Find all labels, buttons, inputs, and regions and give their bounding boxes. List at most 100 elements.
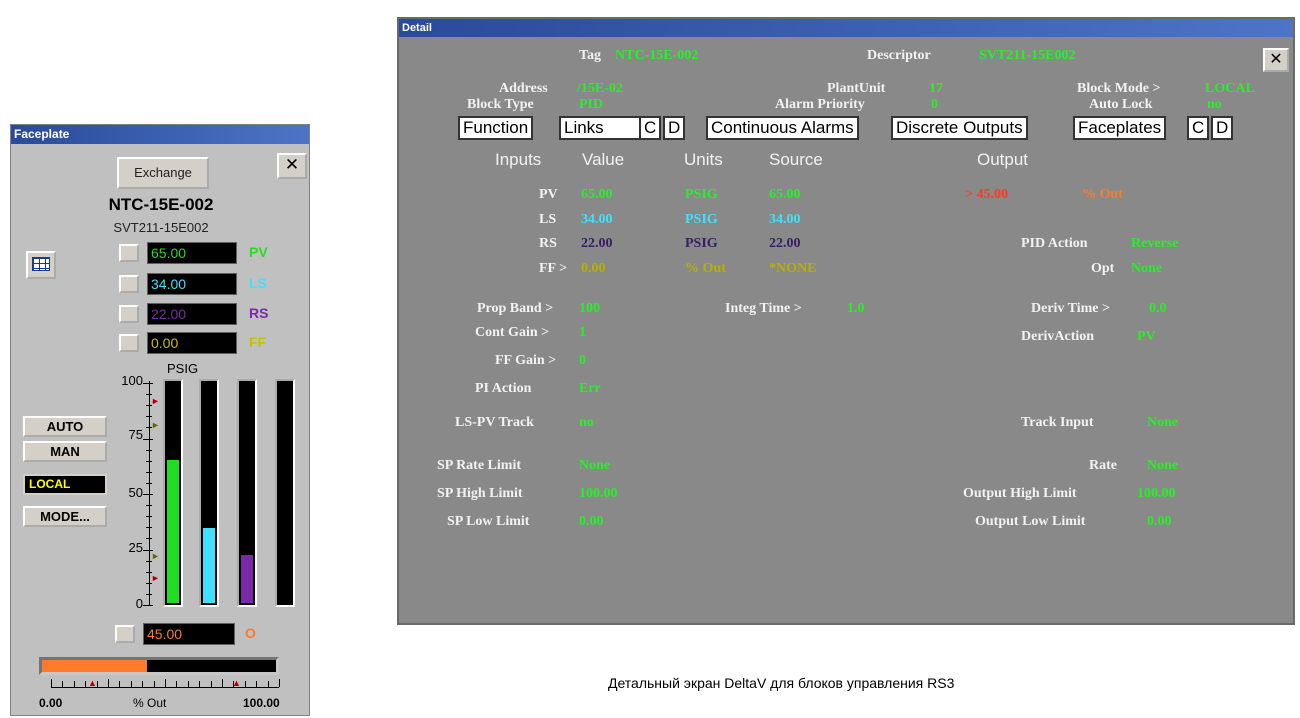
track-input-label: Track Input	[1021, 415, 1094, 430]
axis-tick-mark	[146, 538, 152, 540]
input-ff-value: 0.00	[581, 261, 606, 276]
header-value: Value	[582, 150, 625, 169]
scale-tick-mark	[222, 679, 223, 687]
sp-low-marker: ►	[151, 573, 160, 583]
descriptor-value: SVT211-15E002	[979, 48, 1076, 63]
ls-pv-track-value: no	[579, 415, 594, 430]
sp-rate-limit-value: None	[579, 458, 611, 473]
mode-button[interactable]: MODE...	[23, 506, 107, 527]
tab-links-c[interactable]: C	[639, 116, 662, 140]
block-mode-label: Block Mode >	[1077, 81, 1161, 96]
axis-tick-mark	[146, 593, 152, 595]
output-high-limit-value: 100.00	[1137, 486, 1176, 501]
output-scale	[51, 687, 279, 688]
output-low-limit-label: Output Low Limit	[975, 514, 1086, 529]
tab-faceplates-d[interactable]: D	[1211, 116, 1234, 140]
block-type-value: PID	[579, 97, 604, 112]
axis-tick-mark	[146, 505, 152, 507]
output-high-limit-label: Output High Limit	[963, 486, 1077, 501]
output-low-limit-value: 0.00	[1147, 514, 1172, 529]
input-pv-name: PV	[539, 187, 558, 202]
scale-tick-mark	[142, 681, 144, 687]
axis-tick-mark	[146, 460, 152, 462]
integ-time-label[interactable]: Integ Time >	[725, 301, 802, 317]
detail-window: Detail ✕ Tag NTC-15E-002 Descriptor SVT2…	[397, 17, 1295, 625]
axis-tick-75: 75	[128, 427, 143, 442]
deriv-time-value: 0.0	[1149, 301, 1167, 316]
ls-pv-track-label: LS-PV Track	[455, 415, 534, 430]
tab-links[interactable]: Links	[559, 116, 641, 140]
scale-tick-mark	[153, 681, 155, 687]
scale-tick-mark	[187, 681, 189, 687]
tab-links-d[interactable]: D	[663, 116, 686, 140]
axis-tick-mark	[143, 494, 153, 495]
rs-select-button[interactable]	[119, 305, 139, 323]
axis-tick-50: 50	[128, 485, 143, 500]
out-low-marker: ▲	[88, 678, 97, 688]
ls-value: 34.00	[147, 273, 237, 295]
ff-bar	[275, 379, 295, 607]
axis-tick-mark	[146, 427, 152, 429]
ff-select-button[interactable]	[119, 334, 139, 352]
output-row: 45.00 O	[115, 623, 275, 645]
input-rs-units: PSIG	[685, 236, 718, 251]
pi-action-value: Err	[579, 381, 601, 396]
pi-action-label: PI Action	[475, 381, 532, 396]
scale-tick-mark	[165, 679, 166, 687]
ls-marker-high: ►	[151, 420, 160, 430]
output-value[interactable]: > 45.00	[965, 187, 1008, 203]
exchange-button[interactable]: Exchange	[117, 157, 209, 189]
prop-band-label[interactable]: Prop Band >	[477, 301, 553, 317]
opt-value: None	[1131, 261, 1163, 276]
scale-tick-mark	[256, 681, 258, 687]
axis-tick-mark	[146, 571, 152, 573]
tab-faceplates[interactable]: Faceplates	[1073, 116, 1167, 140]
axis-tick-mark	[146, 582, 152, 584]
ls-label: LS	[249, 275, 267, 291]
rs-value: 22.00	[147, 303, 237, 325]
pv-bar	[163, 379, 183, 607]
input-pv-units: PSIG	[685, 187, 718, 202]
axis-tick-0: 0	[135, 596, 143, 611]
input-ls-source: 34.00	[769, 212, 801, 227]
tab-continuous-alarms[interactable]: Continuous Alarms	[706, 116, 859, 140]
output-select-button[interactable]	[115, 625, 135, 643]
input-ff-name[interactable]: FF >	[539, 261, 567, 277]
alarm-priority-value: 0	[931, 97, 938, 112]
close-icon[interactable]: ✕	[277, 153, 307, 179]
tab-discrete-outputs[interactable]: Discrete Outputs	[891, 116, 1028, 140]
ls-select-button[interactable]	[119, 275, 139, 293]
close-icon[interactable]: ✕	[1263, 48, 1289, 72]
pv-bar-fill	[167, 460, 179, 603]
prop-band-value: 100	[579, 301, 600, 316]
address-label: Address	[499, 81, 548, 96]
axis-tick-mark	[146, 471, 152, 473]
sp-rate-limit-label: SP Rate Limit	[437, 458, 521, 473]
scale-tick-mark	[210, 681, 212, 687]
pv-select-button[interactable]	[119, 244, 139, 262]
input-pv-source: 65.00	[769, 187, 801, 202]
ff-gain-label[interactable]: FF Gain >	[495, 353, 556, 369]
detail-table-icon[interactable]	[26, 251, 56, 279]
sp-high-marker: ►	[151, 396, 160, 406]
header-units: Units	[684, 150, 723, 169]
tab-faceplates-c[interactable]: C	[1187, 116, 1210, 140]
tab-function[interactable]: Function	[458, 116, 534, 140]
axis-tick-25: 25	[128, 540, 143, 555]
man-button[interactable]: MAN	[23, 441, 107, 462]
scale-tick-mark	[279, 679, 280, 687]
pv-value: 65.00	[147, 242, 237, 264]
scale-tick-mark	[73, 681, 75, 687]
axis-tick-mark	[143, 383, 153, 384]
cont-gain-label[interactable]: Cont Gain >	[475, 325, 549, 341]
scale-tick-mark	[62, 681, 64, 687]
alarm-priority-label: Alarm Priority	[775, 97, 865, 112]
output-bar	[39, 657, 279, 675]
cont-gain-value: 1	[579, 325, 586, 340]
sp-high-limit-value: 100.00	[579, 486, 618, 501]
auto-button[interactable]: AUTO	[23, 416, 107, 437]
scale-max: 100.00	[243, 696, 280, 710]
block-mode-value[interactable]: LOCAL	[1205, 81, 1255, 97]
scale-tick-mark	[244, 681, 246, 687]
deriv-time-label[interactable]: Deriv Time >	[1031, 301, 1110, 317]
